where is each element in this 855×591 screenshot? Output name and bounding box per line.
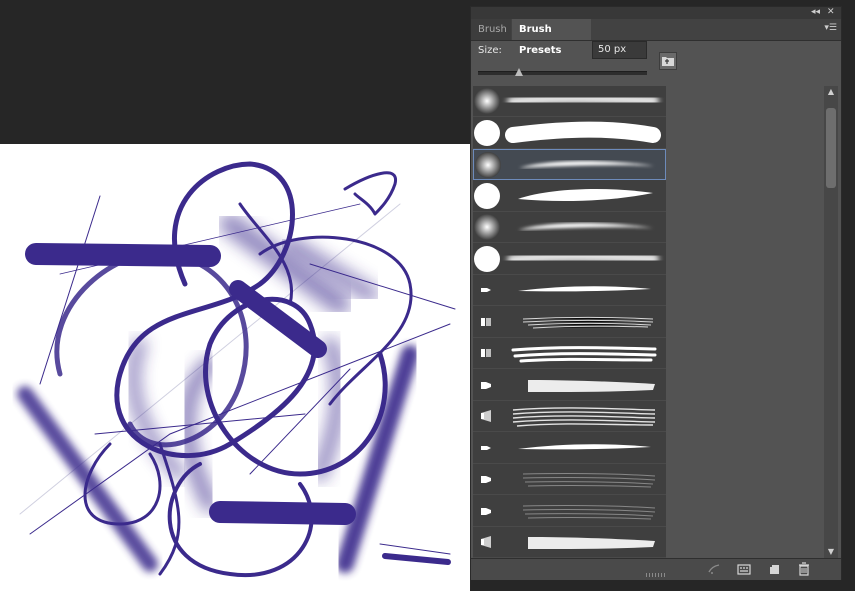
brush-preset-thumbnail (474, 183, 653, 209)
preset-manager-button[interactable] (659, 52, 677, 70)
brush-preset-thumbnail (481, 286, 651, 292)
folder-brush-icon (662, 57, 674, 66)
delete-brush-icon[interactable] (797, 562, 811, 576)
brush-preset-item[interactable] (473, 527, 666, 558)
size-label: Size: (478, 45, 502, 56)
brush-stroke-preview (518, 286, 651, 292)
brush-preset-item[interactable] (473, 307, 666, 338)
panel-menu-icon[interactable]: ▾☰ (824, 23, 837, 33)
brush-tip-icon (475, 152, 501, 178)
brush-preset-thumbnail (475, 152, 654, 178)
toggle-brush-panel-icon[interactable] (707, 562, 721, 576)
brush-stroke-preview (518, 444, 651, 450)
brush-tip-icon (481, 536, 491, 548)
brush-stroke-preview (519, 161, 654, 168)
brush-tip-icon (481, 288, 491, 292)
brush-tip-icon (474, 120, 500, 146)
brush-tip-icon (481, 508, 491, 515)
brush-tip-icon (474, 214, 500, 240)
brush-tip-icon (481, 476, 491, 483)
preset-list[interactable] (473, 86, 666, 558)
brush-stroke-preview (505, 121, 661, 143)
brush-tip-icon (474, 246, 500, 272)
brush-preset-thumbnail (481, 407, 656, 427)
brush-preset-thumbnail (474, 246, 659, 272)
brush-tip-icon (474, 183, 500, 209)
brush-stroke-preview (522, 317, 654, 329)
brush-preset-thumbnail (481, 317, 654, 329)
size-input[interactable]: 50 px (592, 41, 647, 59)
brush-stroke-preview (518, 223, 653, 230)
brush-preset-item[interactable] (473, 118, 666, 149)
brush-preset-item[interactable] (473, 401, 666, 432)
new-brush-icon[interactable] (767, 562, 781, 576)
brush-preset-thumbnail (474, 88, 659, 114)
panel-tabs: Brush Brush Presets ▾☰ (471, 19, 841, 56)
brush-preset-thumbnail (481, 346, 657, 363)
scrollbar-thumb[interactable] (826, 108, 836, 188)
brush-preset-thumbnail (481, 505, 656, 520)
document-canvas[interactable] (0, 144, 470, 591)
brush-tip-icon (481, 349, 491, 357)
scroll-down-icon[interactable]: ▼ (824, 546, 838, 558)
brush-presets-panel: ◂◂ ✕ Brush Brush Presets ▾☰ Size: 50 px … (470, 6, 842, 580)
brush-preset-item[interactable] (473, 212, 666, 243)
brush-stroke-preview (507, 92, 659, 108)
brush-stroke-preview (512, 407, 656, 427)
brush-tip-icon (474, 88, 500, 114)
brush-preset-item[interactable] (473, 244, 666, 275)
double-chevron-left-icon[interactable]: ◂◂ (811, 6, 820, 18)
brush-stroke-preview (522, 505, 656, 520)
panel-resize-grip[interactable] (646, 573, 666, 577)
brush-stroke-preview (511, 346, 657, 363)
brush-preset-item[interactable] (473, 433, 666, 464)
brush-preset-item[interactable] (473, 496, 666, 527)
preset-list-scrollbar[interactable]: ▲ ▼ (824, 86, 838, 558)
brush-preset-item[interactable] (473, 370, 666, 401)
scroll-up-icon[interactable]: ▲ (824, 86, 838, 98)
size-slider-thumb[interactable] (514, 68, 523, 76)
brush-preset-thumbnail (481, 536, 655, 549)
brush-preset-item[interactable] (473, 275, 666, 306)
brush-preset-thumbnail (481, 473, 656, 488)
brush-stroke-preview (522, 473, 656, 488)
tab-brush[interactable]: Brush (471, 19, 511, 40)
brush-preset-thumbnail (481, 380, 655, 392)
brush-tip-icon (481, 410, 491, 422)
brush-preset-item[interactable] (473, 149, 666, 180)
close-icon[interactable]: ✕ (827, 6, 835, 18)
size-slider[interactable] (478, 68, 647, 76)
open-preset-manager-icon[interactable] (737, 562, 751, 576)
brush-stroke-preview (528, 380, 655, 392)
brush-preset-item[interactable] (473, 86, 666, 117)
brush-stroke-preview (507, 250, 659, 266)
brush-preset-thumbnail (481, 444, 651, 450)
brush-preset-item[interactable] (473, 181, 666, 212)
brush-stroke-preview (528, 537, 655, 549)
brush-preset-item[interactable] (473, 464, 666, 495)
preset-list-empty-area (666, 86, 823, 558)
brush-preset-item[interactable] (473, 338, 666, 369)
brush-preset-thumbnail (474, 120, 661, 146)
tab-brush-presets[interactable]: Brush Presets (512, 19, 591, 56)
brush-tip-icon (481, 446, 491, 450)
brush-tip-icon (481, 318, 491, 326)
panel-title-bar[interactable]: ◂◂ ✕ (471, 7, 841, 19)
brush-preset-thumbnail (474, 214, 653, 240)
brush-stroke-preview (518, 189, 653, 201)
brush-tip-icon (481, 382, 491, 389)
